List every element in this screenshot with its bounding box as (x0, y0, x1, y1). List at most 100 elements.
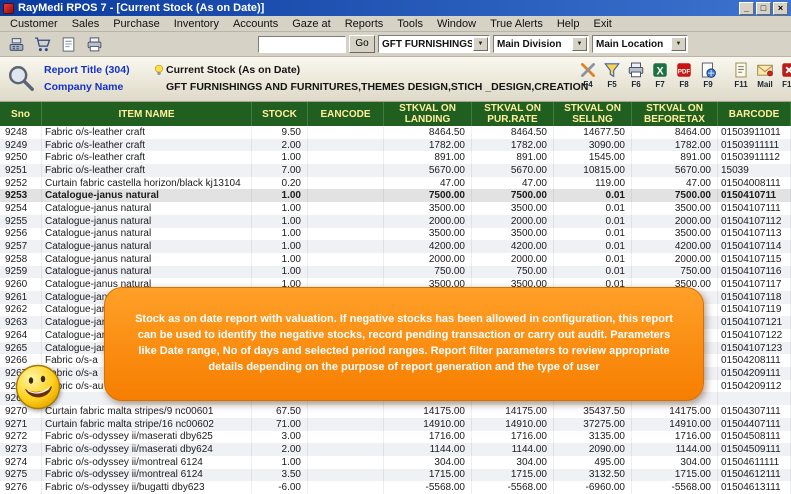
menu-item-help[interactable]: Help (550, 17, 587, 31)
action-key-label: F6 (631, 80, 640, 89)
menu-item-customer[interactable]: Customer (3, 17, 65, 31)
cell-landing: 3500.00 (384, 202, 472, 215)
table-row[interactable]: 9272Fabric o/s-odyssey ii/maserati dby62… (0, 431, 791, 444)
column-header-ean[interactable]: EANCODE (308, 102, 384, 126)
cart-button[interactable] (30, 34, 54, 55)
cell-ean (308, 202, 384, 215)
table-row[interactable]: 9256Catalogue-janus natural1.003500.0035… (0, 228, 791, 241)
chevron-down-icon[interactable]: ▼ (473, 37, 488, 51)
cell-stock: 1.00 (252, 228, 308, 241)
column-header-sell[interactable]: STKVAL ON SELLNG (554, 102, 632, 126)
cell-landing: 14175.00 (384, 405, 472, 418)
minimize-button[interactable]: _ (739, 2, 754, 15)
column-header-landing[interactable]: STKVAL ON LANDING (384, 102, 472, 126)
menu-item-true-alerts[interactable]: True Alerts (483, 17, 550, 31)
column-header-stock[interactable]: STOCK (252, 102, 308, 126)
cell-beforetax: 14175.00 (632, 405, 718, 418)
action-f4-button[interactable]: F4 (576, 61, 600, 89)
column-header-pur[interactable]: STKVAL ON PUR.RATE (472, 102, 554, 126)
print-button[interactable] (82, 34, 106, 55)
cell-item: Fabric o/s-odyssey ii/montreal 6124 (42, 456, 252, 469)
go-button[interactable]: Go (349, 35, 375, 53)
quick-search-input[interactable] (258, 36, 346, 53)
table-row[interactable]: 9274Fabric o/s-odyssey ii/montreal 61241… (0, 456, 791, 469)
table-row[interactable]: 9248Fabric o/s-leather craft9.508464.508… (0, 126, 791, 139)
action-f11-button[interactable]: F11 (729, 61, 753, 89)
table-row[interactable]: 9254Catalogue-janus natural1.003500.0035… (0, 202, 791, 215)
cell-stock: 1.00 (252, 202, 308, 215)
table-row[interactable]: 9259Catalogue-janus natural1.00750.00750… (0, 266, 791, 279)
table-row[interactable]: 9249Fabric o/s-leather craft2.001782.001… (0, 139, 791, 152)
maximize-button[interactable]: □ (756, 2, 771, 15)
action-f8-button[interactable]: PDFF8 (672, 61, 696, 89)
cell-item: Catalogue-janus natural (42, 240, 252, 253)
cell-sno: 9276 (0, 481, 42, 494)
search-icon[interactable] (6, 61, 44, 96)
cell-item: Catalogue-janus natural (42, 189, 252, 202)
table-row[interactable]: 9271Curtain fabric malta stripe/16 nc006… (0, 418, 791, 431)
action-f12-button[interactable]: F12 (777, 61, 791, 89)
table-row[interactable]: 9255Catalogue-janus natural1.002000.0020… (0, 215, 791, 228)
action-key-label: Mail (757, 80, 773, 89)
menu-item-tools[interactable]: Tools (390, 17, 430, 31)
cell-barcode: 01504209112 (718, 380, 791, 393)
table-row[interactable]: 9253Catalogue-janus natural1.007500.0075… (0, 189, 791, 202)
menu-item-gaze-at[interactable]: Gaze at (285, 17, 338, 31)
cell-pur: 1715.00 (472, 469, 554, 482)
location-dropdown[interactable]: Main Location ▼ (592, 35, 688, 53)
menu-item-inventory[interactable]: Inventory (167, 17, 226, 31)
report-actions: F4F5 F6 XF7PDFF8F9 F11 Mail F12 (576, 61, 791, 89)
cell-beforetax: 1715.00 (632, 469, 718, 482)
cell-sno: 9255 (0, 215, 42, 228)
cell-sno: 9249 (0, 139, 42, 152)
chevron-down-icon[interactable]: ▼ (572, 37, 587, 51)
menu-item-reports[interactable]: Reports (338, 17, 391, 31)
cell-barcode: 01504107123 (718, 342, 791, 355)
division-dropdown[interactable]: Main Division ▼ (493, 35, 589, 53)
cell-beforetax: 1716.00 (632, 431, 718, 444)
toolbar: Go GFT FURNISHINGS ▼ Main Division ▼ Mai… (0, 32, 791, 57)
column-header-beforetax[interactable]: STKVAL ON BEFORETAX (632, 102, 718, 126)
action-f5-button[interactable]: F5 (600, 61, 624, 89)
receipt-button[interactable] (56, 34, 80, 55)
table-row[interactable]: 9250Fabric o/s-leather craft1.00891.0089… (0, 151, 791, 164)
menu-item-accounts[interactable]: Accounts (226, 17, 285, 31)
close-button[interactable]: × (773, 2, 788, 15)
action-f9-button[interactable]: F9 (696, 61, 720, 89)
app-icon (3, 3, 14, 14)
table-row[interactable]: 9275Fabric o/s-odyssey ii/montreal 61243… (0, 469, 791, 482)
table-row[interactable]: 9252Curtain fabric castella horizon/blac… (0, 177, 791, 190)
cell-item: Fabric o/s-odyssey ii/montreal 6124 (42, 469, 252, 482)
table-row[interactable]: 9273Fabric o/s-odyssey ii/maserati dby62… (0, 443, 791, 456)
division-dropdown-value: Main Division (497, 39, 571, 50)
table-row[interactable]: 9257Catalogue-janus natural1.004200.0042… (0, 240, 791, 253)
pos-button[interactable] (4, 34, 28, 55)
cell-beforetax: 5670.00 (632, 164, 718, 177)
menu-item-window[interactable]: Window (430, 17, 483, 31)
chevron-down-icon[interactable]: ▼ (671, 37, 686, 51)
cell-stock: 1.00 (252, 215, 308, 228)
menu-item-purchase[interactable]: Purchase (106, 17, 166, 31)
menu-item-exit[interactable]: Exit (586, 17, 618, 31)
action-mail-button[interactable]: Mail (753, 61, 777, 89)
table-row[interactable]: 9270Curtain fabric malta stripes/9 nc006… (0, 405, 791, 418)
table-row[interactable]: 9276Fabric o/s-odyssey ii/bugatti dby623… (0, 481, 791, 494)
menu-item-sales[interactable]: Sales (65, 17, 107, 31)
cell-sno: 9254 (0, 202, 42, 215)
action-key-label: F8 (679, 80, 688, 89)
cell-barcode: 01504107122 (718, 329, 791, 342)
cell-barcode: 01504107119 (718, 304, 791, 317)
column-header-barcode[interactable]: BARCODE (718, 102, 791, 126)
table-row[interactable]: 9251Fabric o/s-leather craft7.005670.005… (0, 164, 791, 177)
cell-landing: 891.00 (384, 151, 472, 164)
cell-item: Catalogue-janus natural (42, 228, 252, 241)
column-header-item[interactable]: ITEM NAME (42, 102, 252, 126)
company-dropdown[interactable]: GFT FURNISHINGS ▼ (378, 35, 490, 53)
action-f7-button[interactable]: XF7 (648, 61, 672, 89)
cell-stock: 3.00 (252, 431, 308, 444)
cell-pur: 47.00 (472, 177, 554, 190)
cell-sno: 9263 (0, 316, 42, 329)
action-f6-button[interactable]: F6 (624, 61, 648, 89)
column-header-sno[interactable]: Sno (0, 102, 42, 126)
table-row[interactable]: 9258Catalogue-janus natural1.002000.0020… (0, 253, 791, 266)
